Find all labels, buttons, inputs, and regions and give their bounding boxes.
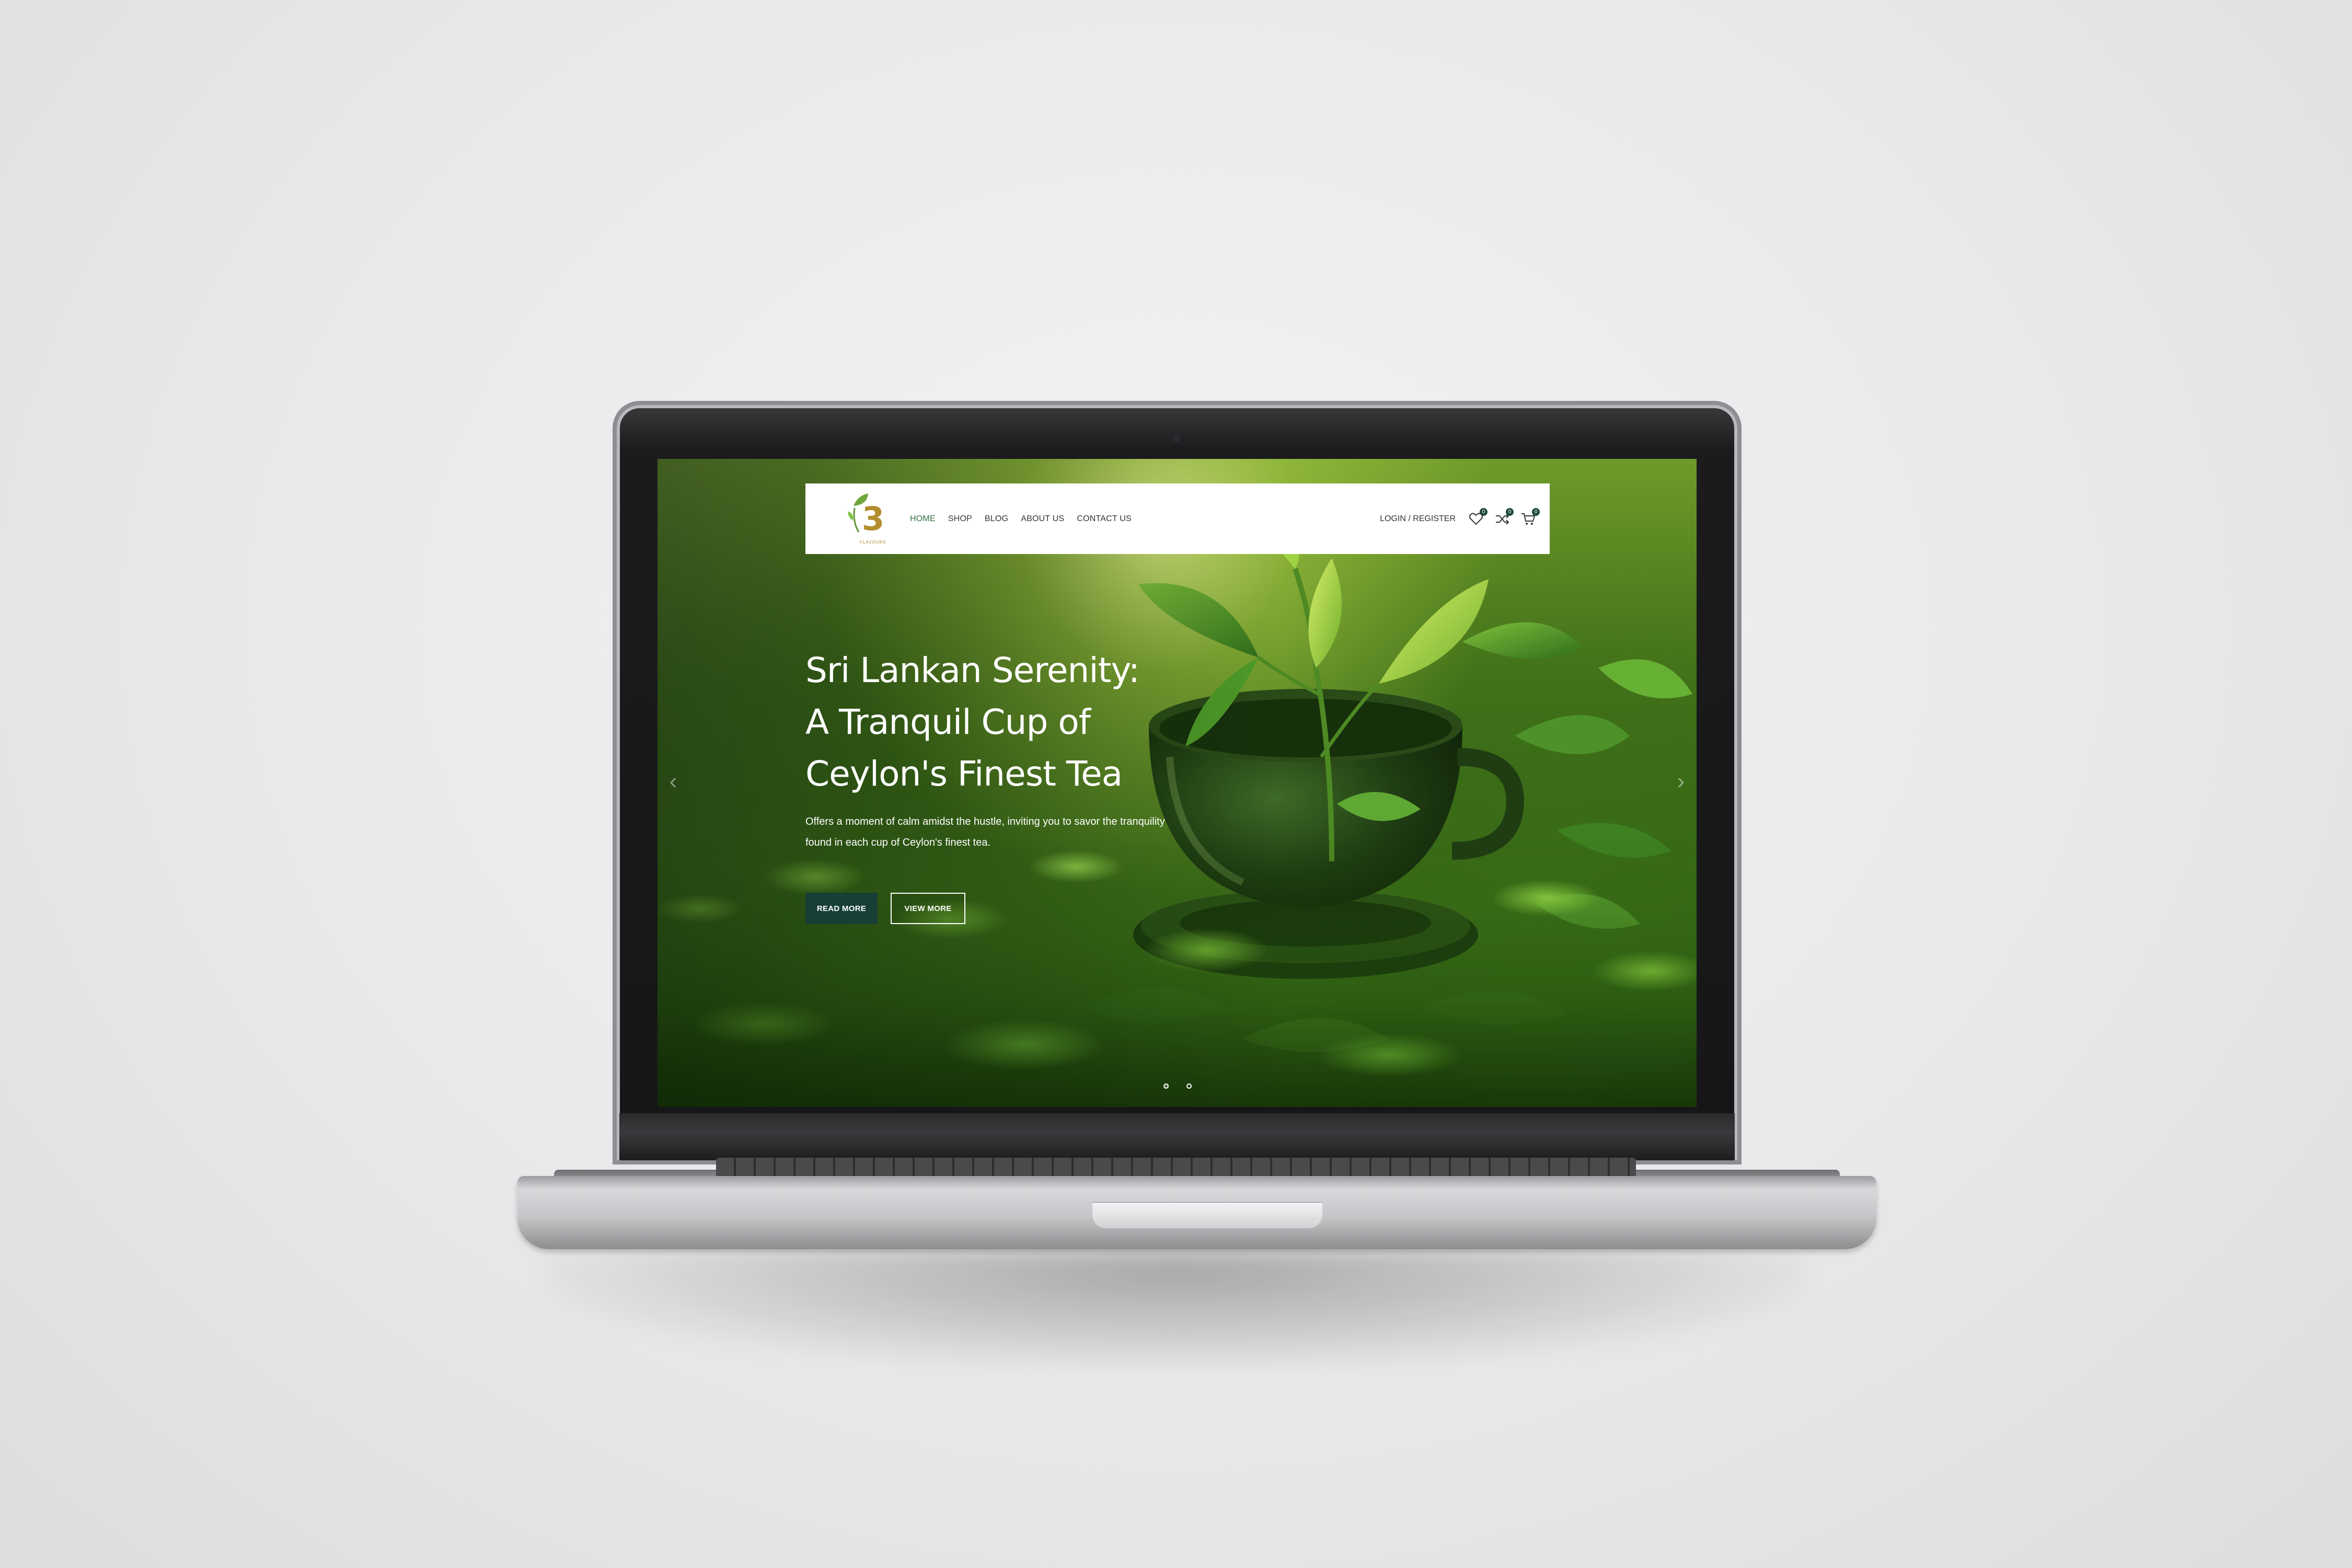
laptop-screen: 3 FLAVOURS HOME SHOP BLOG ABOUT US CONTA… — [658, 459, 1697, 1107]
site-header: 3 FLAVOURS HOME SHOP BLOG ABOUT US CONTA… — [805, 483, 1550, 554]
hero-title: Sri Lankan Serenity: A Tranquil Cup of C… — [805, 644, 1182, 800]
nav-item-home[interactable]: HOME — [910, 514, 936, 524]
nav-item-contact-us[interactable]: CONTACT US — [1077, 514, 1132, 524]
compare-button[interactable]: 0 — [1494, 508, 1514, 527]
laptop-lid: 3 FLAVOURS HOME SHOP BLOG ABOUT US CONTA… — [617, 405, 1737, 1160]
login-register-link[interactable]: LOGIN / REGISTER — [1380, 514, 1456, 524]
compare-count-badge: 0 — [1506, 508, 1514, 516]
read-more-button[interactable]: READ MORE — [805, 893, 878, 924]
header-actions: LOGIN / REGISTER 0 0 0 — [1380, 508, 1540, 527]
main-nav: HOME SHOP BLOG ABOUT US CONTACT US — [910, 514, 1132, 524]
logo-caption: FLAVOURS — [860, 539, 886, 545]
svg-text:3: 3 — [862, 500, 884, 538]
hero-title-line: Ceylon's Finest Tea — [805, 754, 1123, 794]
cart-button[interactable]: 0 — [1520, 508, 1540, 527]
laptop-shadow — [544, 1249, 1808, 1369]
slider-dots — [1163, 1083, 1192, 1089]
laptop-hinge — [619, 1113, 1735, 1160]
site-logo[interactable]: 3 FLAVOURS — [847, 490, 894, 548]
cart-count-badge: 0 — [1532, 508, 1540, 516]
slider-prev-arrow-icon[interactable]: ‹ — [665, 768, 681, 794]
hero-description-line: found in each cup of Ceylon's finest tea… — [805, 837, 991, 848]
hero-title-line: A Tranquil Cup of — [805, 702, 1091, 742]
leaf-logo-icon: 3 — [848, 493, 884, 538]
slider-dot-2[interactable] — [1186, 1083, 1192, 1089]
hero-description-line: Offers a moment of calm amidst the hustl… — [805, 816, 1165, 827]
nav-item-blog[interactable]: BLOG — [985, 514, 1008, 524]
wishlist-count-badge: 0 — [1480, 508, 1488, 516]
webcam — [1173, 434, 1180, 442]
slider-dot-1[interactable] — [1163, 1083, 1169, 1089]
view-more-button[interactable]: VIEW MORE — [891, 893, 965, 924]
laptop-keyboard-edge — [716, 1158, 1636, 1179]
nav-item-about-us[interactable]: ABOUT US — [1021, 514, 1064, 524]
hero-description: Offers a moment of calm amidst the hustl… — [805, 811, 1182, 853]
slider-next-arrow-icon[interactable]: › — [1673, 768, 1689, 794]
hero-title-line: Sri Lankan Serenity: — [805, 650, 1140, 690]
nav-item-shop[interactable]: SHOP — [948, 514, 972, 524]
wishlist-button[interactable]: 0 — [1468, 508, 1488, 527]
laptop-open-notch — [1092, 1202, 1322, 1228]
